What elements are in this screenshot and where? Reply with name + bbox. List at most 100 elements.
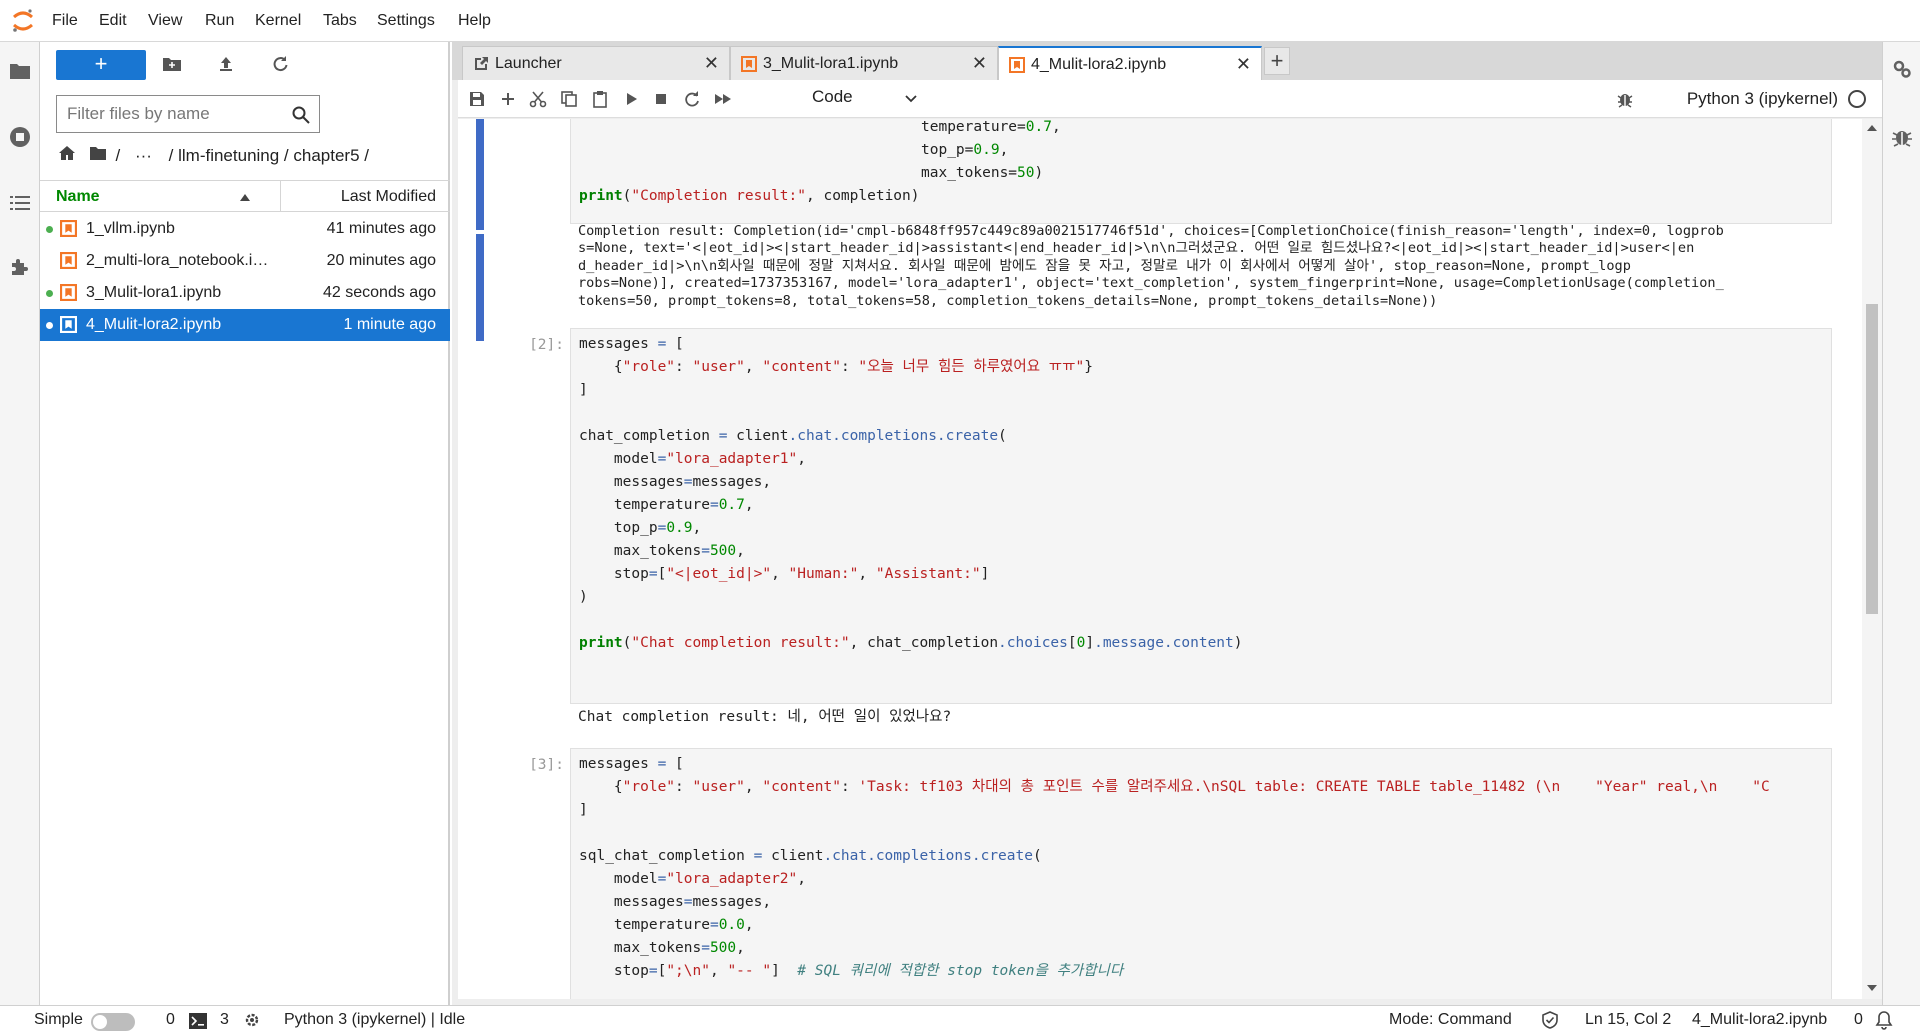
cut-icon[interactable] — [529, 90, 547, 108]
refresh-icon[interactable] — [270, 54, 290, 74]
left-activity-bar — [0, 42, 40, 1005]
run-icon[interactable] — [622, 90, 640, 108]
file-browser: + / ··· / llm-finetuning / chapter5 / Na… — [40, 42, 450, 1005]
new-launcher-button[interactable]: + — [56, 50, 146, 80]
code-line: max_tokens=50) — [921, 165, 1044, 181]
debugger-icon[interactable] — [1891, 126, 1913, 148]
filter-files-input[interactable] — [67, 102, 277, 126]
new-folder-icon[interactable] — [162, 54, 182, 74]
menu-kernel[interactable]: Kernel — [255, 12, 301, 30]
menu-edit[interactable]: Edit — [99, 12, 127, 30]
simple-mode-toggle[interactable] — [91, 1013, 135, 1031]
code-line: model="lora_adapter2", — [579, 871, 806, 887]
breadcrumb-ellipsis[interactable]: ··· — [135, 146, 152, 166]
upload-icon[interactable] — [216, 54, 236, 74]
menu-run[interactable]: Run — [205, 12, 234, 30]
running-sessions-icon[interactable] — [8, 125, 32, 149]
kernel-count[interactable]: 0 — [166, 1011, 175, 1029]
stop-icon[interactable] — [652, 90, 670, 108]
menu-help[interactable]: Help — [458, 12, 491, 30]
terminal-count[interactable]: 3 — [220, 1011, 229, 1029]
scroll-down-icon[interactable] — [1867, 985, 1877, 993]
tab-launcher[interactable]: Launcher ✕ — [462, 46, 730, 80]
menu-view[interactable]: View — [148, 12, 182, 30]
kernel-status[interactable]: Python 3 (ipykernel) | Idle — [284, 1011, 465, 1029]
folder-icon[interactable] — [89, 144, 107, 167]
launcher-icon — [475, 57, 488, 70]
menu-settings[interactable]: Settings — [377, 12, 435, 30]
property-inspector-icon[interactable] — [1891, 58, 1913, 80]
last-modified-column-header[interactable]: Last Modified — [341, 188, 436, 206]
menu-file[interactable]: File — [52, 12, 78, 30]
table-of-contents-icon[interactable] — [8, 191, 32, 215]
chevron-down-icon — [905, 95, 917, 103]
extension-manager-icon[interactable] — [8, 255, 32, 279]
restart-icon[interactable] — [683, 90, 701, 108]
copy-icon[interactable] — [560, 90, 578, 108]
output-collapser[interactable] — [476, 234, 484, 341]
output-line: d_header_id|>\n\n회사일 때문에 정말 지쳐서요. 회사일 때문… — [578, 257, 1631, 274]
trusted-shield-icon[interactable] — [1541, 1011, 1559, 1029]
scrollbar-thumb[interactable] — [1866, 304, 1878, 614]
kernel-status-icon — [1848, 90, 1866, 108]
cell-type-dropdown[interactable]: Code — [812, 87, 922, 111]
tab-notebook-3[interactable]: 3_Mulit-lora1.ipynb ✕ — [730, 46, 998, 80]
file-row[interactable]: 2_multi-lora_notebook.ipynb 20 minutes ag… — [40, 245, 450, 277]
file-name: 2_multi-lora_notebook.ipynb — [86, 252, 276, 269]
code-line: max_tokens=500, — [579, 940, 745, 956]
code-cell-1-input[interactable]: temperature=0.7, top_p=0.9, max_tokens=5… — [570, 119, 1832, 224]
code-line: stop=["<|eot_id|>", "Human:", "Assistant… — [579, 566, 990, 582]
save-icon[interactable] — [468, 90, 486, 108]
code-line: ] — [579, 802, 588, 818]
file-row[interactable]: 1_vllm.ipynb 41 minutes ago — [40, 213, 450, 245]
cell-2-prompt: [2]: — [529, 337, 564, 353]
code-cell-2-input[interactable]: messages = [ {"role": "user", "content":… — [570, 328, 1832, 704]
filter-files-box — [56, 95, 320, 133]
scroll-up-icon[interactable] — [1867, 123, 1877, 131]
folder-icon[interactable] — [8, 59, 32, 83]
paste-icon[interactable] — [591, 90, 609, 108]
terminal-icon — [189, 1013, 207, 1029]
home-icon[interactable] — [58, 144, 76, 167]
add-tab-button[interactable]: + — [1264, 47, 1290, 75]
code-line: ) — [579, 589, 588, 605]
code-line: messages=messages, — [579, 474, 772, 490]
insert-cell-icon[interactable] — [499, 90, 517, 108]
tab-label: Launcher — [495, 55, 562, 72]
kernel-name[interactable]: Python 3 (ipykernel) — [1687, 89, 1838, 109]
fast-forward-icon[interactable] — [714, 90, 732, 108]
running-indicator-icon — [46, 290, 53, 297]
file-modified: 1 minute ago — [343, 316, 436, 333]
code-line: temperature=0.0, — [579, 917, 754, 933]
running-indicator-icon — [46, 226, 53, 233]
running-indicator-icon — [46, 322, 53, 329]
notebook-mode: Mode: Command — [1389, 1011, 1512, 1028]
code-cell-3-input[interactable]: messages = [ {"role": "user", "content":… — [570, 748, 1832, 999]
breadcrumb-separator: / — [115, 145, 121, 165]
cell-collapser[interactable] — [476, 119, 484, 230]
code-line: chat_completion = client.chat.completion… — [579, 428, 1007, 444]
file-name: 4_Mulit-lora2.ipynb — [86, 316, 222, 333]
notebook-scrollbar[interactable] — [1862, 119, 1882, 999]
menu-tabs[interactable]: Tabs — [323, 12, 357, 30]
file-row[interactable]: 3_Mulit-lora1.ipynb 42 seconds ago — [40, 277, 450, 309]
main-dock-area: Launcher ✕ 3_Mulit-lora1.ipynb ✕ 4_Mulit… — [452, 42, 1882, 1005]
debugger-icon[interactable] — [1616, 90, 1634, 108]
tab-notebook-4[interactable]: 4_Mulit-lora2.ipynb ✕ — [998, 46, 1262, 81]
tab-label: 4_Mulit-lora2.ipynb — [1031, 56, 1167, 73]
notification-bell-icon[interactable] — [1874, 1010, 1894, 1030]
name-column-header[interactable]: Name — [56, 188, 100, 206]
file-row[interactable]: 4_Mulit-lora2.ipynb 1 minute ago — [40, 309, 450, 341]
breadcrumb-path[interactable]: / llm-finetuning / chapter5 / — [169, 146, 369, 166]
code-line: messages=messages, — [579, 894, 772, 910]
close-icon[interactable]: ✕ — [704, 53, 719, 74]
code-line: model="lora_adapter1", — [579, 451, 806, 467]
cursor-position[interactable]: Ln 15, Col 2 — [1585, 1011, 1671, 1029]
tab-bar: Launcher ✕ 3_Mulit-lora1.ipynb ✕ 4_Mulit… — [452, 42, 1882, 81]
close-icon[interactable]: ✕ — [1236, 54, 1251, 75]
notification-count: 0 — [1854, 1011, 1863, 1028]
right-activity-bar — [1882, 42, 1920, 1005]
close-icon[interactable]: ✕ — [972, 53, 987, 74]
code-line: sql_chat_completion = client.chat.comple… — [579, 848, 1042, 864]
file-modified: 42 seconds ago — [323, 284, 436, 301]
